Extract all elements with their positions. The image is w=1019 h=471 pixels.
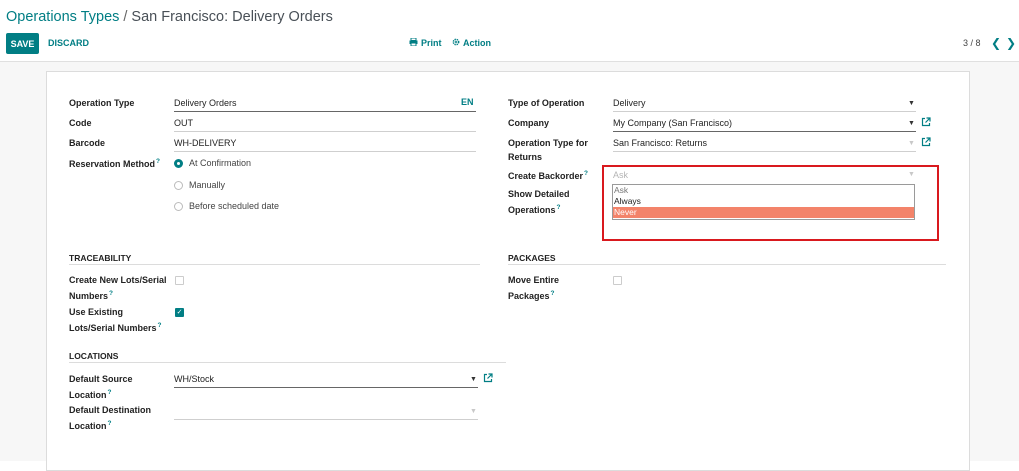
discard-button[interactable]: DISCARD bbox=[48, 38, 89, 48]
code-underline bbox=[174, 131, 476, 132]
reservation-method-label: Reservation Method? bbox=[69, 158, 160, 169]
breadcrumb-current: San Francisco: Delivery Orders bbox=[131, 9, 333, 25]
return-type-underline bbox=[613, 151, 916, 152]
breadcrumb-parent-link[interactable]: Operations Types bbox=[6, 9, 119, 25]
create-lots-label: Create New Lots/Serial Numbers? bbox=[69, 275, 167, 301]
default-source-field[interactable]: WH/Stock bbox=[174, 374, 214, 384]
barcode-field[interactable]: WH-DELIVERY bbox=[174, 138, 236, 148]
locations-divider bbox=[69, 362, 506, 363]
external-link-icon[interactable] bbox=[483, 373, 493, 386]
help-icon[interactable]: ? bbox=[108, 420, 112, 427]
default-source-underline bbox=[174, 387, 478, 388]
default-source-label: Default Source Location? bbox=[69, 374, 133, 400]
radio-unchecked-icon[interactable] bbox=[174, 201, 183, 211]
action-label: Action bbox=[463, 38, 491, 48]
use-existing-label: Use Existing Lots/Serial Numbers? bbox=[69, 307, 162, 333]
operation-type-underline bbox=[174, 111, 476, 112]
gear-icon bbox=[452, 38, 460, 48]
reservation-option-manually[interactable]: Manually bbox=[174, 180, 225, 190]
type-of-operation-underline bbox=[613, 111, 916, 112]
caret-down-icon[interactable]: ▼ bbox=[908, 120, 915, 127]
caret-down-icon[interactable]: ▼ bbox=[470, 408, 477, 415]
barcode-label: Barcode bbox=[69, 138, 106, 148]
help-icon[interactable]: ? bbox=[584, 170, 588, 177]
caret-down-icon[interactable]: ▼ bbox=[908, 100, 915, 107]
create-lots-checkbox[interactable] bbox=[175, 276, 184, 285]
chevron-left-icon[interactable]: ❮ bbox=[991, 36, 1001, 50]
help-icon[interactable]: ? bbox=[108, 389, 112, 396]
packages-divider bbox=[508, 264, 946, 265]
help-icon[interactable]: ? bbox=[156, 158, 160, 165]
print-label: Print bbox=[421, 38, 442, 48]
external-link-icon[interactable] bbox=[921, 117, 931, 130]
traceability-divider bbox=[69, 264, 480, 265]
locations-section-title: LOCATIONS bbox=[69, 351, 119, 361]
radio-checked-icon[interactable] bbox=[174, 158, 183, 168]
use-existing-checkbox[interactable]: ✓ bbox=[175, 308, 184, 317]
check-icon: ✓ bbox=[176, 309, 183, 316]
traceability-section-title: TRACEABILITY bbox=[69, 253, 132, 263]
help-icon[interactable]: ? bbox=[557, 204, 561, 211]
company-label: Company bbox=[508, 118, 550, 128]
save-button[interactable]: SAVE bbox=[6, 33, 39, 54]
print-button[interactable]: Print bbox=[409, 37, 442, 48]
breadcrumb-separator: / bbox=[123, 9, 128, 25]
move-entire-checkbox[interactable] bbox=[613, 276, 622, 285]
return-type-label: Operation Type for Returns bbox=[508, 138, 588, 162]
code-label: Code bbox=[69, 118, 92, 128]
pager-value[interactable]: 3 / 8 bbox=[963, 38, 981, 48]
type-of-operation-label: Type of Operation bbox=[508, 98, 585, 108]
reservation-option-label: At Confirmation bbox=[189, 158, 252, 168]
print-icon bbox=[409, 37, 418, 48]
reservation-option-scheduled[interactable]: Before scheduled date bbox=[174, 201, 279, 211]
default-destination-underline bbox=[174, 419, 478, 420]
code-field[interactable]: OUT bbox=[174, 118, 193, 128]
type-of-operation-select[interactable]: Delivery bbox=[613, 98, 646, 108]
company-field[interactable]: My Company (San Francisco) bbox=[613, 118, 732, 128]
reservation-option-label: Manually bbox=[189, 180, 226, 190]
caret-down-icon[interactable]: ▼ bbox=[470, 376, 477, 383]
default-destination-label: Default Destination Location? bbox=[69, 405, 152, 431]
caret-down-icon[interactable]: ▼ bbox=[908, 140, 915, 147]
reservation-option-label: Before scheduled date bbox=[189, 201, 280, 211]
operation-type-label: Operation Type bbox=[69, 98, 135, 108]
chevron-right-icon[interactable]: ❯ bbox=[1006, 36, 1016, 50]
radio-unchecked-icon[interactable] bbox=[174, 180, 183, 190]
help-icon[interactable]: ? bbox=[551, 290, 555, 297]
external-link-icon[interactable] bbox=[921, 137, 931, 150]
barcode-underline bbox=[174, 151, 476, 152]
company-underline bbox=[613, 131, 916, 132]
create-backorder-label: Create Backorder? bbox=[508, 170, 589, 181]
operation-type-field[interactable]: Delivery Orders bbox=[174, 98, 237, 108]
breadcrumb: Operations Types / San Francisco: Delivery… bbox=[6, 9, 333, 25]
action-button[interactable]: Action bbox=[452, 38, 491, 48]
help-icon[interactable]: ? bbox=[109, 290, 113, 297]
return-type-field[interactable]: San Francisco: Returns bbox=[613, 138, 707, 148]
show-detailed-label: Show Detailed Operations? bbox=[508, 189, 570, 215]
annotation-highlight-box bbox=[602, 165, 939, 241]
move-entire-label: Move Entire Packages? bbox=[508, 275, 560, 301]
language-button[interactable]: EN bbox=[461, 97, 474, 107]
reservation-option-confirmation[interactable]: At Confirmation bbox=[174, 158, 251, 168]
help-icon[interactable]: ? bbox=[158, 322, 162, 329]
packages-section-title: PACKAGES bbox=[508, 253, 556, 263]
